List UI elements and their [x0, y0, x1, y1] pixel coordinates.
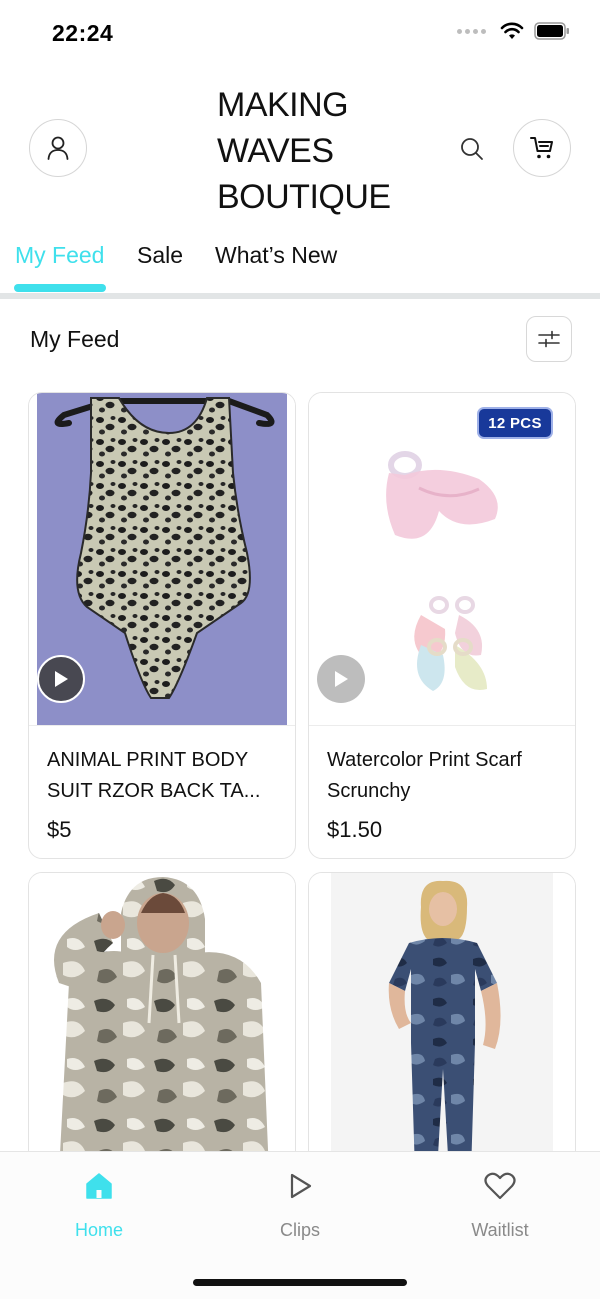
- signal-icon: [457, 28, 486, 34]
- product-card[interactable]: 12 PCS Watercolor Print Scarf Scrunchy $…: [308, 392, 576, 859]
- nav-home[interactable]: Home: [39, 1166, 159, 1241]
- home-icon: [39, 1166, 159, 1206]
- status-time: 22:24: [52, 20, 114, 46]
- battery-icon: [534, 22, 569, 40]
- quantity-badge: 12 PCS: [477, 407, 553, 439]
- play-icon: [240, 1166, 360, 1206]
- product-name: Watercolor Print Scarf Scrunchy: [327, 749, 522, 802]
- camo-set-photo: [309, 873, 575, 1171]
- store-title-line: MAKING: [217, 86, 349, 124]
- product-image[interactable]: 12 PCS: [309, 393, 575, 726]
- tab-sale[interactable]: Sale: [137, 242, 183, 269]
- cart-icon: [530, 137, 553, 159]
- bottom-nav: Home Clips Waitlist: [0, 1151, 600, 1299]
- active-tab-indicator: [14, 284, 106, 292]
- sliders-icon: [538, 330, 560, 348]
- tabs-divider: [0, 293, 600, 299]
- store-title-line: WAVES: [217, 132, 334, 170]
- product-card[interactable]: ANIMAL PRINT BODY SUIT RZOR BACK TA... $…: [28, 392, 296, 859]
- product-card[interactable]: [28, 872, 296, 1172]
- product-image[interactable]: [309, 873, 575, 1171]
- wifi-icon: [500, 22, 524, 39]
- play-icon: [55, 671, 68, 687]
- product-name: ANIMAL PRINT BODY SUIT RZOR BACK TA...: [47, 749, 261, 802]
- search-button[interactable]: [455, 132, 489, 166]
- search-icon: [461, 138, 483, 160]
- home-indicator: [193, 1279, 407, 1286]
- play-video-button[interactable]: [37, 655, 85, 703]
- status-icons: [457, 22, 570, 40]
- quantity-badge-label: 12 PCS: [488, 414, 542, 432]
- product-image[interactable]: [29, 393, 295, 726]
- product-card[interactable]: [308, 872, 576, 1172]
- tab-my-feed[interactable]: My Feed: [15, 242, 104, 269]
- nav-clips[interactable]: Clips: [240, 1166, 360, 1241]
- play-video-button[interactable]: [317, 655, 365, 703]
- cart-button[interactable]: [513, 119, 571, 177]
- nav-waitlist-label: Waitlist: [471, 1220, 529, 1240]
- tab-whats-new[interactable]: What’s New: [215, 242, 337, 269]
- heart-icon: [440, 1166, 560, 1206]
- profile-button[interactable]: [29, 119, 87, 177]
- filter-button[interactable]: [526, 316, 572, 362]
- nav-home-label: Home: [74, 1220, 123, 1240]
- product-price: $5: [47, 817, 72, 842]
- store-title-line: BOUTIQUE: [217, 178, 391, 216]
- nav-waitlist[interactable]: Waitlist: [440, 1166, 560, 1241]
- hoodie-photo: [29, 873, 295, 1171]
- play-icon: [335, 671, 348, 687]
- product-price: $1.50: [327, 817, 383, 842]
- status-bar: 22:24: [0, 0, 600, 66]
- person-icon: [47, 136, 69, 160]
- section-title: My Feed: [30, 326, 120, 352]
- store-title: MAKING WAVES BOUTIQUE: [217, 82, 437, 220]
- nav-clips-label: Clips: [279, 1220, 320, 1240]
- product-image[interactable]: [29, 873, 295, 1171]
- app-header: MAKING WAVES BOUTIQUE: [0, 66, 600, 226]
- tab-bar: My Feed Sale What’s New: [0, 226, 600, 298]
